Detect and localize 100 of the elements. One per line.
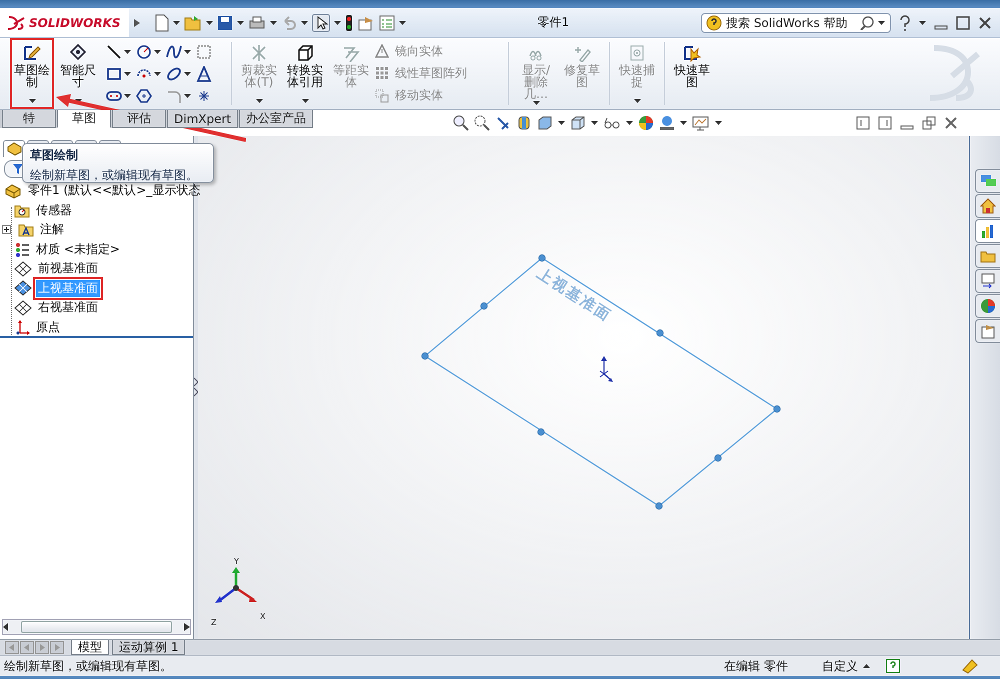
material-stack-icon <box>14 242 30 257</box>
checklist-icon[interactable] <box>378 14 395 30</box>
caret-icon[interactable] <box>334 20 341 24</box>
caret-icon[interactable] <box>184 94 191 98</box>
bar-chart-icon[interactable] <box>980 223 996 239</box>
clipboard-icon[interactable] <box>980 323 996 339</box>
maximize-icon[interactable] <box>956 16 970 30</box>
dotted-square-icon[interactable] <box>196 44 212 60</box>
caret-icon[interactable] <box>878 20 885 24</box>
caret-icon[interactable] <box>124 94 131 98</box>
ribbon-button[interactable]: 快速草图 <box>670 38 714 109</box>
view-orientation-icon[interactable] <box>537 115 554 131</box>
units-selector[interactable]: 自定义 <box>822 658 870 674</box>
expand-icon[interactable] <box>2 225 11 234</box>
slot-icon[interactable] <box>106 88 122 104</box>
view-palette-icon[interactable] <box>980 273 996 289</box>
ribbon-tab[interactable]: DimXpert <box>167 110 238 128</box>
ribbon-button[interactable]: 转换实体引用 <box>283 38 327 109</box>
caret-up-icon <box>863 664 870 668</box>
caret-icon[interactable] <box>300 20 308 24</box>
restore-icon[interactable] <box>922 116 936 130</box>
help-box-icon[interactable] <box>886 659 900 673</box>
horizontal-scrollbar[interactable] <box>2 619 191 635</box>
rebuild-icon[interactable] <box>960 658 980 674</box>
caret-icon[interactable] <box>591 121 598 125</box>
plane-diamond-icon <box>14 260 32 277</box>
house-icon[interactable] <box>980 198 996 214</box>
print-icon[interactable] <box>248 14 266 30</box>
caret-icon[interactable] <box>270 20 277 24</box>
section-view-icon[interactable] <box>516 115 532 131</box>
tree-item[interactable]: 注解 <box>38 221 66 238</box>
part-icon[interactable] <box>6 142 22 156</box>
model-tab[interactable]: 模型 <box>71 640 109 655</box>
new-document-icon[interactable] <box>154 14 169 32</box>
zoom-area-icon[interactable] <box>474 115 490 131</box>
ds-logo-icon <box>6 14 26 30</box>
caret-icon[interactable] <box>154 72 161 76</box>
close-icon[interactable] <box>978 16 992 30</box>
asterisk-icon[interactable] <box>196 88 212 104</box>
menu-arrow-icon[interactable] <box>132 18 141 28</box>
caret-icon[interactable] <box>302 99 308 103</box>
close-icon[interactable] <box>944 116 958 130</box>
view-settings-icon[interactable] <box>692 115 710 131</box>
line-icon[interactable] <box>106 44 122 60</box>
tree-item[interactable]: 右视基准面 <box>36 299 100 316</box>
appearance-ball-icon[interactable] <box>638 115 654 131</box>
appearance-ball-icon[interactable] <box>980 298 996 314</box>
ellipse-icon[interactable] <box>166 66 182 82</box>
help-icon[interactable] <box>899 14 911 30</box>
ribbon-button[interactable]: 智能尺寸 <box>56 38 100 109</box>
tree-item[interactable]: 材质 <未指定> <box>34 240 122 258</box>
split-right-icon[interactable] <box>878 116 892 130</box>
ribbon-tab[interactable]: 草图 <box>57 110 111 128</box>
search-icon[interactable] <box>860 16 874 30</box>
rectangle-icon[interactable] <box>106 66 122 82</box>
triangle-outline-icon[interactable] <box>196 66 212 82</box>
caret-icon[interactable] <box>124 50 131 54</box>
tree-item[interactable]: 原点 <box>34 318 62 336</box>
caret-icon[interactable] <box>236 20 244 24</box>
scene-icon[interactable] <box>659 115 676 131</box>
tree-item[interactable]: 传感器 <box>34 202 74 219</box>
caret-icon[interactable] <box>398 20 406 24</box>
caret-icon[interactable] <box>184 72 191 76</box>
caret-icon[interactable] <box>154 50 161 54</box>
zoom-fit-icon[interactable] <box>453 115 470 131</box>
ribbon-tab[interactable]: 办公室产品 <box>239 110 314 128</box>
split-left-icon[interactable] <box>856 116 870 130</box>
polygon-icon[interactable] <box>136 88 152 104</box>
traffic-light-icon[interactable] <box>344 14 353 32</box>
caret-icon[interactable] <box>206 20 213 24</box>
spline-icon[interactable] <box>166 44 182 60</box>
caret-icon[interactable] <box>919 20 926 24</box>
save-icon[interactable] <box>216 14 233 30</box>
caret-icon[interactable] <box>680 121 688 125</box>
chat-bubbles-icon[interactable] <box>980 173 996 189</box>
ribbon-tab[interactable]: 评估 <box>112 110 166 128</box>
caret-icon[interactable] <box>172 20 180 24</box>
caret-icon[interactable] <box>715 121 722 125</box>
caret-icon[interactable] <box>74 99 82 103</box>
sketch-pencil-icon[interactable] <box>22 44 42 62</box>
display-style-icon[interactable] <box>570 115 586 131</box>
diamond-dimension-icon[interactable] <box>68 44 88 62</box>
previous-view-icon[interactable] <box>495 115 512 131</box>
hide-show-icon[interactable] <box>603 116 622 130</box>
ribbon-button[interactable]: 草图绘制 <box>10 38 54 109</box>
tree-item[interactable]: 前视基准面 <box>36 260 100 278</box>
caret-icon[interactable] <box>28 99 36 103</box>
caret-icon[interactable] <box>184 50 191 54</box>
select-cursor-icon[interactable] <box>312 14 330 32</box>
search-field[interactable]: 搜索 SolidWorks 帮助 <box>701 12 891 32</box>
star-sketch-icon[interactable] <box>682 44 702 62</box>
caret-icon[interactable] <box>558 121 566 125</box>
caret-icon[interactable] <box>626 121 634 125</box>
caret-icon[interactable] <box>124 72 131 76</box>
options-icon[interactable] <box>356 14 375 30</box>
ribbon-tab[interactable]: 特 <box>2 110 56 128</box>
scroll-right-icon[interactable] <box>184 623 190 631</box>
model-tab[interactable]: 运动算例 1 <box>112 640 186 655</box>
circle-icon[interactable] <box>136 44 152 60</box>
scroll-left-icon[interactable] <box>3 623 9 631</box>
